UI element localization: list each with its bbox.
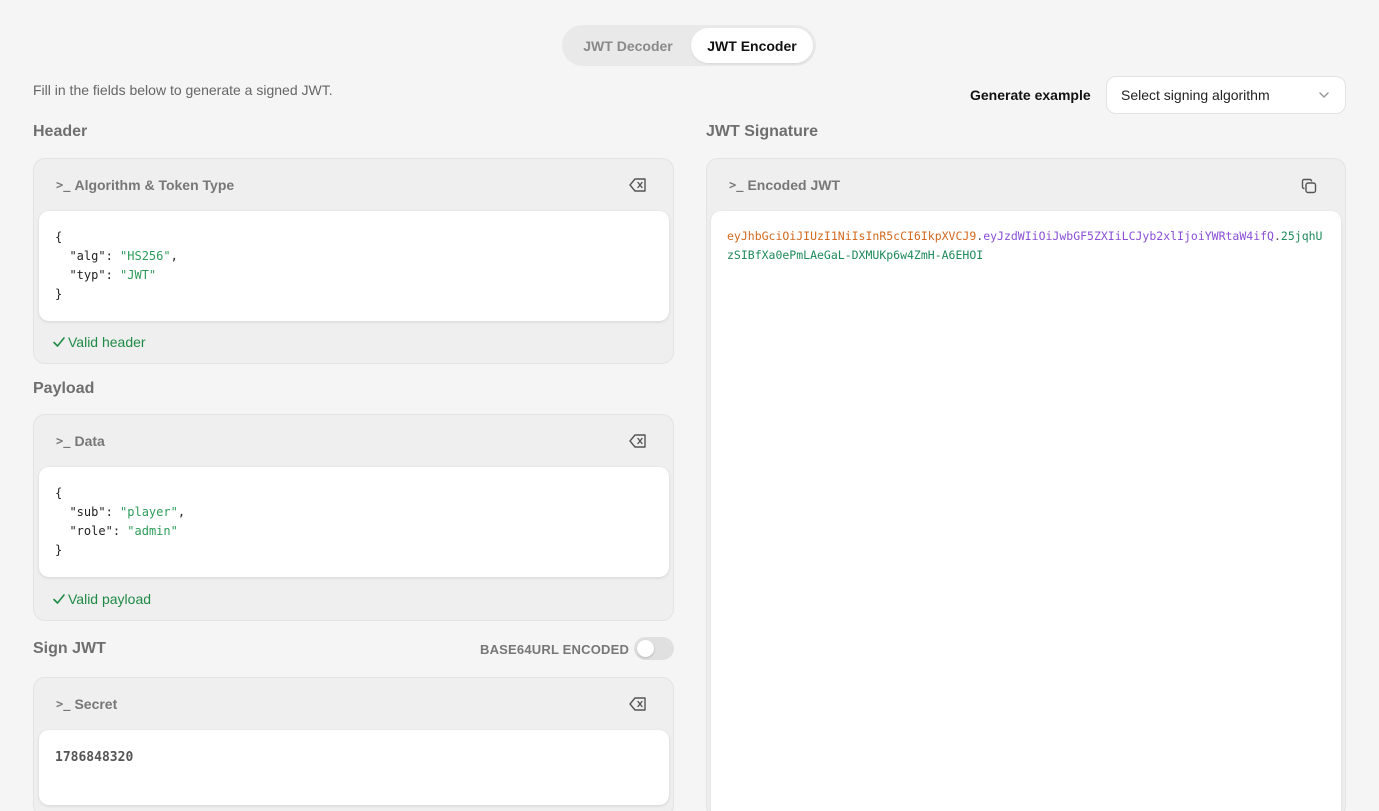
jwt-dot: . bbox=[1273, 229, 1281, 243]
json-key: "sub" bbox=[69, 505, 106, 519]
header-valid-status: Valid header bbox=[52, 334, 146, 350]
base64url-toggle-label: BASE64URL ENCODED bbox=[480, 642, 630, 657]
header-panel-title: Algorithm & Token Type bbox=[74, 177, 235, 193]
secret-input[interactable]: 1786848320 bbox=[39, 730, 669, 805]
payload-panel-title: Data bbox=[74, 433, 105, 449]
jwt-payload-segment: eyJzdWIiOiJwbGF5ZXIiLCJyb2xlIjoiYWRtaW4i… bbox=[983, 229, 1274, 243]
secret-value: 1786848320 bbox=[55, 750, 134, 765]
sign-section-title: Sign JWT bbox=[33, 640, 106, 657]
toggle-knob bbox=[637, 640, 654, 657]
terminal-prompt-icon: >_ bbox=[56, 697, 71, 711]
generate-example-label: Generate example bbox=[970, 87, 1091, 103]
payload-valid-status: Valid payload bbox=[52, 591, 151, 607]
terminal-prompt-icon: >_ bbox=[56, 178, 71, 192]
check-icon bbox=[53, 594, 65, 604]
chevron-down-icon bbox=[1319, 92, 1329, 98]
json-key: "role" bbox=[69, 524, 113, 538]
json-value: "HS256" bbox=[120, 249, 171, 263]
json-brace: } bbox=[55, 287, 63, 301]
mode-tabs: JWT Decoder JWT Encoder bbox=[562, 25, 816, 66]
backspace-clear-icon[interactable] bbox=[629, 433, 647, 449]
json-key: "alg" bbox=[69, 249, 106, 263]
payload-panel-head: >_ Data bbox=[34, 415, 673, 467]
backspace-clear-icon[interactable] bbox=[629, 696, 647, 712]
header-panel-head: >_ Algorithm & Token Type bbox=[34, 159, 673, 211]
json-brace: { bbox=[55, 486, 63, 500]
json-value: "JWT" bbox=[120, 268, 157, 282]
backspace-clear-icon[interactable] bbox=[629, 177, 647, 193]
json-value: "admin" bbox=[127, 524, 178, 538]
jwt-header-segment: eyJhbGciOiJIUzI1NiIsInR5cCI6IkpXVCJ9 bbox=[727, 229, 977, 243]
signing-algorithm-value: Select signing algorithm bbox=[1121, 87, 1270, 103]
json-brace: } bbox=[55, 543, 63, 557]
terminal-prompt-icon: >_ bbox=[56, 434, 71, 448]
json-value: "player" bbox=[120, 505, 178, 519]
tab-jwt-decoder[interactable]: JWT Decoder bbox=[565, 28, 691, 63]
header-section-title: Header bbox=[33, 123, 88, 140]
payload-section-title: Payload bbox=[33, 380, 95, 397]
json-brace: { bbox=[55, 230, 63, 244]
payload-valid-text: Valid payload bbox=[68, 591, 152, 607]
header-editor[interactable]: { "alg": "HS256", "typ": "JWT" } bbox=[39, 211, 669, 321]
check-icon bbox=[53, 337, 65, 347]
json-key: "typ" bbox=[69, 268, 106, 282]
terminal-prompt-icon: >_ bbox=[729, 178, 744, 192]
signature-section-title: JWT Signature bbox=[706, 123, 819, 140]
encoded-jwt-output[interactable]: eyJhbGciOiJIUzI1NiIsInR5cCI6IkpXVCJ9.eyJ… bbox=[711, 211, 1341, 811]
base64url-toggle[interactable] bbox=[634, 637, 674, 660]
encoded-jwt-panel-head: >_ Encoded JWT bbox=[707, 159, 1345, 211]
secret-panel-title: Secret bbox=[74, 696, 118, 712]
secret-panel-head: >_ Secret bbox=[34, 678, 673, 730]
tab-jwt-encoder[interactable]: JWT Encoder bbox=[691, 28, 813, 63]
payload-editor[interactable]: { "sub": "player", "role": "admin" } bbox=[39, 467, 669, 577]
signing-algorithm-select[interactable]: Select signing algorithm bbox=[1106, 76, 1346, 114]
intro-text: Fill in the fields below to generate a s… bbox=[33, 82, 333, 98]
copy-icon[interactable] bbox=[1301, 178, 1317, 194]
encoded-jwt-panel-title: Encoded JWT bbox=[747, 177, 841, 193]
header-valid-text: Valid header bbox=[68, 334, 146, 350]
